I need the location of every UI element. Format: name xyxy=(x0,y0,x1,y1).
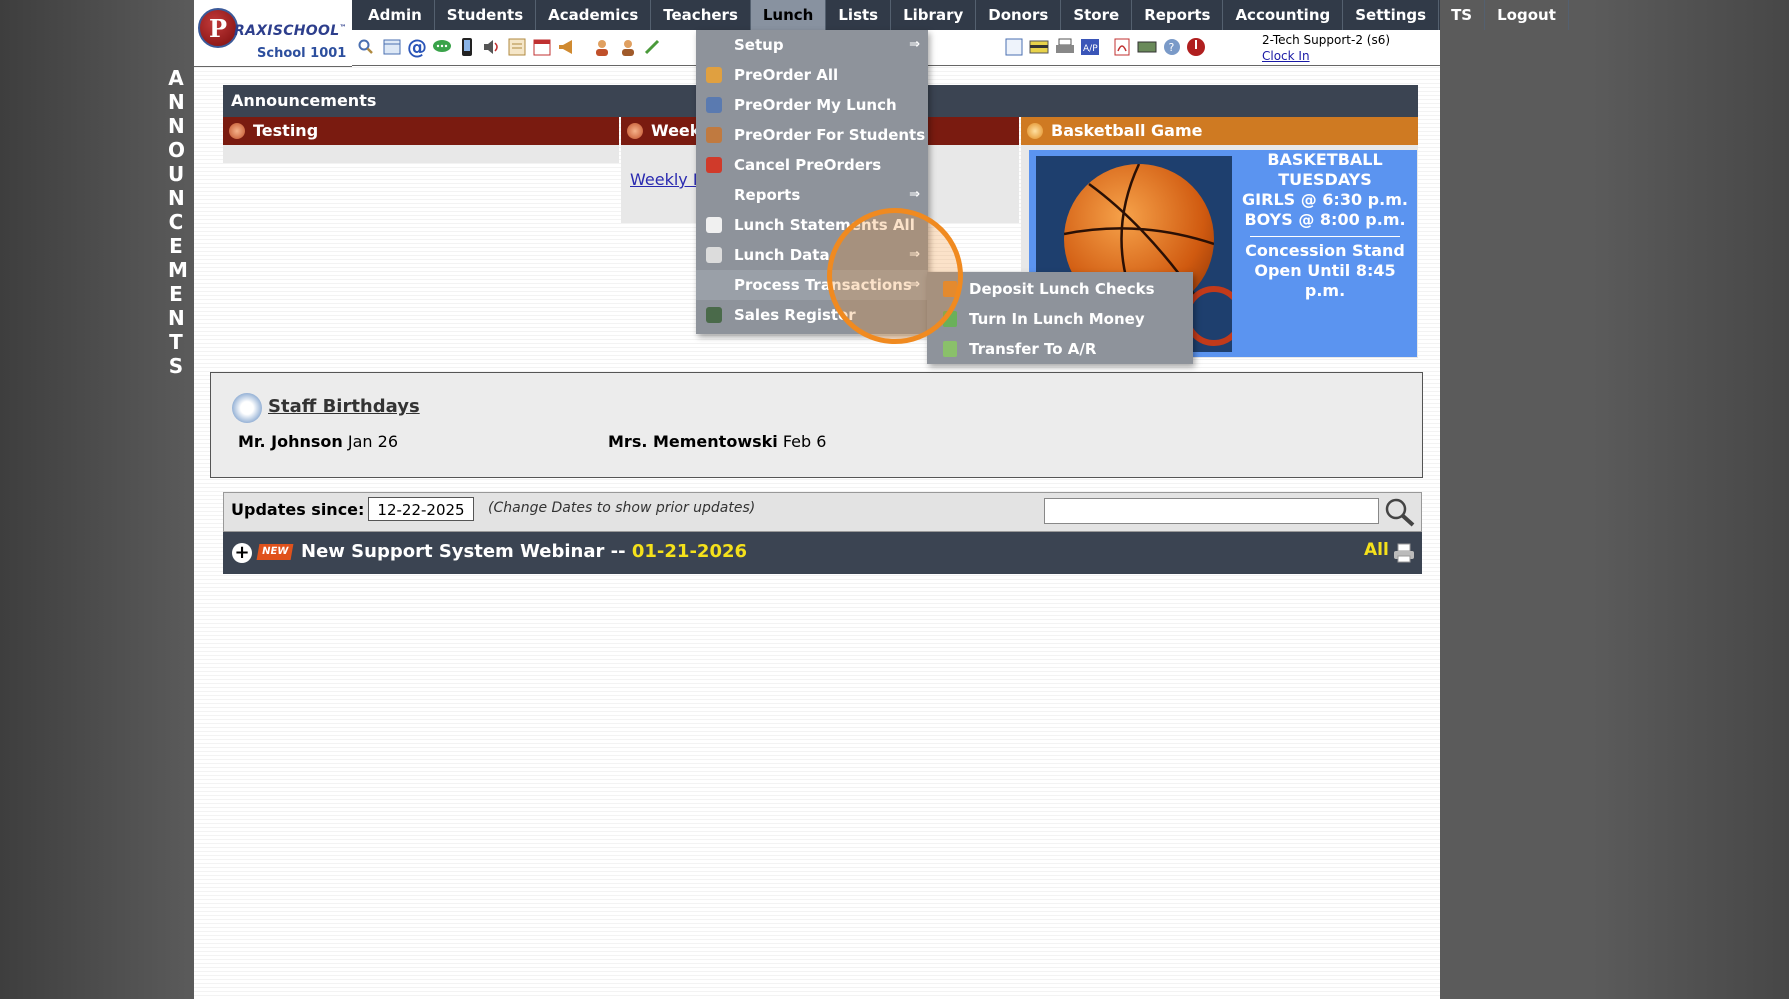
menu-preorder-my-lunch[interactable]: PreOrder My Lunch xyxy=(696,90,928,120)
power-icon[interactable] xyxy=(1186,37,1206,57)
click-highlight xyxy=(827,208,963,344)
staff-birthdays-title[interactable]: Staff Birthdays xyxy=(268,396,420,417)
birthday-icon xyxy=(232,393,262,423)
logo-area[interactable]: P RAXISCHOOL™ School 1001 xyxy=(194,0,352,67)
menu-preorder-all[interactable]: PreOrder All xyxy=(696,60,928,90)
card-icon[interactable] xyxy=(1029,37,1049,57)
announcement-icon xyxy=(627,123,643,139)
logo-wordmark: RAXISCHOOL™ xyxy=(234,23,347,39)
students-icon xyxy=(706,127,722,143)
students-icon[interactable] xyxy=(618,37,638,57)
search-input[interactable] xyxy=(1044,498,1379,524)
speaker-icon[interactable] xyxy=(482,37,502,57)
submenu-transfer-to-ar[interactable]: Transfer To A/R xyxy=(927,334,1193,364)
nav-ts[interactable]: TS xyxy=(1439,0,1486,30)
search-icon[interactable] xyxy=(1384,497,1416,527)
basketball-text: BASKETBALL TUESDAYS GIRLS @ 6:30 p.m. BO… xyxy=(1242,150,1408,300)
expand-icon[interactable]: + xyxy=(232,543,252,563)
announcements-vertical-label: ANN OUN CEM ENT S xyxy=(168,66,188,378)
nav-lists[interactable]: Lists xyxy=(826,0,892,30)
phone-icon[interactable] xyxy=(457,37,477,57)
register-icon xyxy=(706,307,722,323)
new-badge: NEW xyxy=(256,544,294,560)
megaphone-icon[interactable] xyxy=(557,37,577,57)
updates-label: Updates since: xyxy=(231,500,365,519)
submenu-turn-in-lunch-money[interactable]: Turn In Lunch Money xyxy=(927,304,1193,334)
announcement-icon xyxy=(1027,123,1043,139)
ap-icon[interactable]: A/P xyxy=(1080,37,1100,57)
news-all-link[interactable]: All xyxy=(1364,540,1389,560)
nav-library[interactable]: Library xyxy=(891,0,977,30)
menu-setup[interactable]: Setup ⇒ xyxy=(696,30,928,60)
nav-academics[interactable]: Academics xyxy=(536,0,652,30)
menu-cancel-preorders[interactable]: Cancel PreOrders xyxy=(696,150,928,180)
nav-accounting[interactable]: Accounting xyxy=(1223,0,1344,30)
pdf-icon[interactable] xyxy=(1112,37,1132,57)
person-icon xyxy=(706,67,722,83)
nav-students[interactable]: Students xyxy=(435,0,537,30)
announcement-icon xyxy=(229,123,245,139)
svg-text:A/P: A/P xyxy=(1083,44,1098,54)
user-info: 2-Tech Support-2 (s6) Clock In xyxy=(1262,32,1390,64)
announcement-testing-title[interactable]: Testing xyxy=(223,117,619,145)
logo-badge: P xyxy=(198,8,238,48)
list-icon[interactable] xyxy=(1004,37,1024,57)
nav-teachers[interactable]: Teachers xyxy=(651,0,751,30)
student-icon[interactable] xyxy=(592,37,612,57)
printer-icon[interactable] xyxy=(1055,37,1075,57)
nav-settings[interactable]: Settings xyxy=(1343,0,1440,30)
school-name: School 1001 xyxy=(257,46,347,61)
updates-date-input[interactable]: 12-22-2025 xyxy=(368,497,474,521)
nav-admin[interactable]: Admin xyxy=(356,0,435,30)
birthday-entry: Mr. Johnson Jan 26 xyxy=(238,432,399,451)
svg-text:?: ? xyxy=(1169,41,1175,54)
database-icon xyxy=(706,247,722,263)
news-date: 01-21-2026 xyxy=(631,541,748,562)
nav-donors[interactable]: Donors xyxy=(976,0,1062,30)
process-transactions-submenu: Deposit Lunch Checks Turn In Lunch Money… xyxy=(927,272,1193,364)
announcement-testing-body xyxy=(223,145,619,163)
help-icon[interactable]: ? xyxy=(1162,37,1182,57)
clock-in-link[interactable]: Clock In xyxy=(1262,48,1390,64)
main-nav: Admin Students Academics Teachers Lunch … xyxy=(352,0,1569,30)
chat-icon[interactable] xyxy=(432,37,452,57)
updates-hint: (Change Dates to show prior updates) xyxy=(488,500,756,516)
cancel-icon xyxy=(706,157,722,173)
calendar-icon[interactable] xyxy=(532,37,552,57)
calendar-grid-icon[interactable] xyxy=(382,37,402,57)
pencil-icon[interactable] xyxy=(642,37,662,57)
announcement-basketball-title[interactable]: Basketball Game xyxy=(1021,117,1418,145)
form-icon[interactable] xyxy=(507,37,527,57)
money-icon[interactable] xyxy=(1137,37,1157,57)
search-icon[interactable] xyxy=(356,37,376,57)
print-icon[interactable] xyxy=(1393,543,1415,563)
person-icon xyxy=(706,97,722,113)
nav-store[interactable]: Store xyxy=(1061,0,1133,30)
email-icon[interactable]: @ xyxy=(407,35,427,59)
user-name: 2-Tech Support-2 (s6) xyxy=(1262,33,1391,47)
statement-icon xyxy=(706,217,722,233)
money-icon xyxy=(943,341,957,357)
divider xyxy=(1250,236,1400,237)
nav-lunch[interactable]: Lunch xyxy=(750,0,827,30)
staff-birthdays-panel xyxy=(210,372,1423,478)
menu-preorder-for-students[interactable]: PreOrder For Students xyxy=(696,120,928,150)
nav-logout[interactable]: Logout xyxy=(1485,0,1569,30)
submenu-deposit-lunch-checks[interactable]: Deposit Lunch Checks xyxy=(927,274,1193,304)
menu-reports[interactable]: Reports ⇒ xyxy=(696,180,928,210)
news-title[interactable]: New Support System Webinar -- 01-21-2026 xyxy=(301,541,747,562)
nav-reports[interactable]: Reports xyxy=(1132,0,1224,30)
birthday-entry: Mrs. Mementowski Feb 6 xyxy=(608,432,827,451)
